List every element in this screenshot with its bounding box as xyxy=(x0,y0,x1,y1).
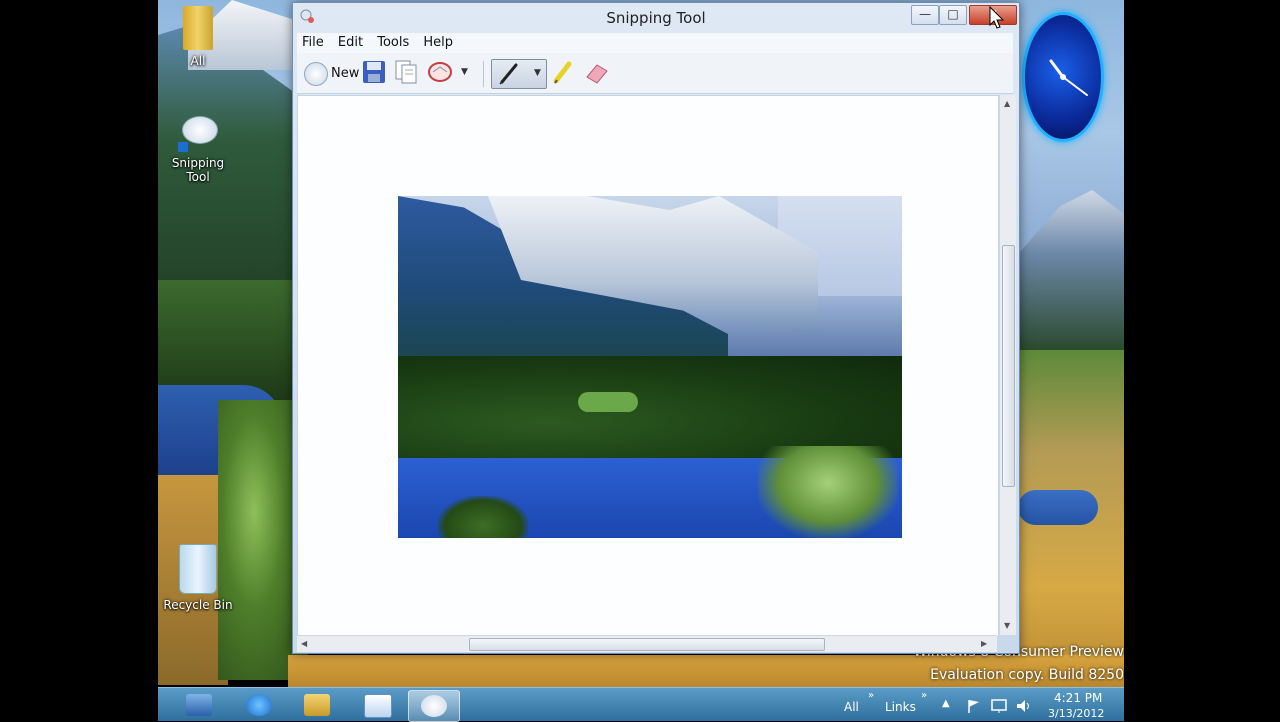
scissors-icon xyxy=(304,62,328,86)
desktop-icon-label: All xyxy=(190,54,206,68)
taskbar-internet-explorer[interactable] xyxy=(234,690,284,720)
desktop-icon-label: Recycle Bin xyxy=(163,598,233,612)
server-manager-icon xyxy=(186,694,212,716)
send-snip-button[interactable]: ▼ xyxy=(427,59,471,87)
save-icon xyxy=(363,61,385,83)
send-snip-icon xyxy=(428,62,452,82)
new-snip-label: New xyxy=(331,66,360,81)
copy-button[interactable] xyxy=(393,59,421,87)
desktop-icon-label: Snipping xyxy=(171,156,225,170)
desktop-icon-snipping-tool[interactable]: Snipping Tool xyxy=(158,112,238,184)
taskbar-snipping-tool[interactable] xyxy=(408,690,460,722)
highlighter-button[interactable] xyxy=(551,59,577,87)
recycle-bin-icon xyxy=(179,544,217,594)
desktop-icon-label: Tool xyxy=(186,170,210,184)
clock-time[interactable]: 4:21 PM xyxy=(1054,691,1102,705)
snip-meadow xyxy=(578,392,638,412)
horizontal-scroll-thumb[interactable] xyxy=(469,638,825,651)
pen-button[interactable]: ▼ xyxy=(491,59,547,89)
internet-explorer-icon xyxy=(246,694,272,716)
clock-face-icon xyxy=(1022,12,1104,142)
scroll-right-icon[interactable]: ▶ xyxy=(981,639,987,648)
chevron-icon[interactable]: » xyxy=(868,690,874,701)
menu-help[interactable]: Help xyxy=(418,33,458,52)
snip-tree-left xyxy=(438,496,528,538)
wordpad-icon xyxy=(364,694,392,718)
menu-edit[interactable]: Edit xyxy=(333,33,368,52)
menu-tools[interactable]: Tools xyxy=(372,33,414,52)
file-explorer-icon xyxy=(304,694,330,716)
vertical-scrollbar[interactable]: ▲ ▼ xyxy=(999,95,1016,635)
chevron-icon[interactable]: » xyxy=(921,690,927,701)
pen-icon xyxy=(499,63,518,85)
title-bar[interactable]: Snipping Tool — □ ✕ xyxy=(293,3,1019,31)
show-hidden-icons-icon[interactable]: ▲ xyxy=(942,698,950,709)
snipping-tool-icon xyxy=(178,112,218,152)
clock-hands-icon xyxy=(1049,59,1088,96)
desktop-icon-recycle-bin[interactable]: Recycle Bin xyxy=(158,544,238,612)
wallpaper-lake-right xyxy=(1018,490,1098,525)
maximize-button[interactable]: □ xyxy=(939,5,967,25)
desktop-icon-all[interactable]: All xyxy=(158,6,238,68)
action-center-flag-icon[interactable] xyxy=(966,698,982,714)
scroll-up-icon[interactable]: ▲ xyxy=(1004,99,1010,108)
minimize-button[interactable]: — xyxy=(911,5,939,25)
taskbar: All » Links » ▲ 4:21 PM 3/13/2012 xyxy=(158,687,1124,722)
build-watermark-line2: Evaluation copy. Build 8250 xyxy=(930,667,1124,683)
folder-icon xyxy=(183,6,213,50)
highlighter-icon xyxy=(553,61,572,84)
volume-icon[interactable] xyxy=(1015,698,1033,714)
clock-gadget[interactable] xyxy=(1020,8,1104,142)
menu-file[interactable]: File xyxy=(297,33,329,52)
eraser-icon xyxy=(586,64,608,84)
snipping-tool-window: Snipping Tool — □ ✕ File Edit Tools Help… xyxy=(292,2,1020,654)
captured-snip-image xyxy=(398,196,902,538)
clock-date[interactable]: 3/13/2012 xyxy=(1048,707,1104,720)
eraser-button[interactable] xyxy=(583,59,613,87)
copy-icon xyxy=(395,60,417,84)
save-button[interactable] xyxy=(361,59,389,87)
scroll-down-icon[interactable]: ▼ xyxy=(1004,621,1010,630)
toolbar-separator xyxy=(483,61,484,87)
chevron-down-icon[interactable]: ▼ xyxy=(534,68,541,78)
snip-canvas[interactable] xyxy=(297,95,999,637)
taskbar-server-manager[interactable] xyxy=(174,690,224,720)
horizontal-scrollbar[interactable]: ◀ ▶ xyxy=(297,635,997,652)
mouse-cursor-icon xyxy=(989,6,1005,29)
snipping-tool-icon xyxy=(421,695,447,717)
snip-tree-right xyxy=(758,446,898,538)
taskbar-file-explorer[interactable] xyxy=(292,690,342,720)
toolbar-all[interactable]: All xyxy=(844,700,859,714)
network-icon[interactable] xyxy=(990,698,1008,714)
toolbar-links[interactable]: Links xyxy=(885,700,916,714)
menu-bar: File Edit Tools Help xyxy=(297,33,1013,53)
vertical-scroll-thumb[interactable] xyxy=(1002,245,1015,487)
toolbar: New ▼ ▼ xyxy=(297,53,1013,94)
taskbar-wordpad[interactable] xyxy=(352,690,402,720)
scroll-left-icon[interactable]: ◀ xyxy=(301,639,307,648)
wallpaper-forest xyxy=(158,280,298,400)
new-snip-button[interactable]: New xyxy=(301,59,360,87)
chevron-down-icon[interactable]: ▼ xyxy=(461,67,468,77)
